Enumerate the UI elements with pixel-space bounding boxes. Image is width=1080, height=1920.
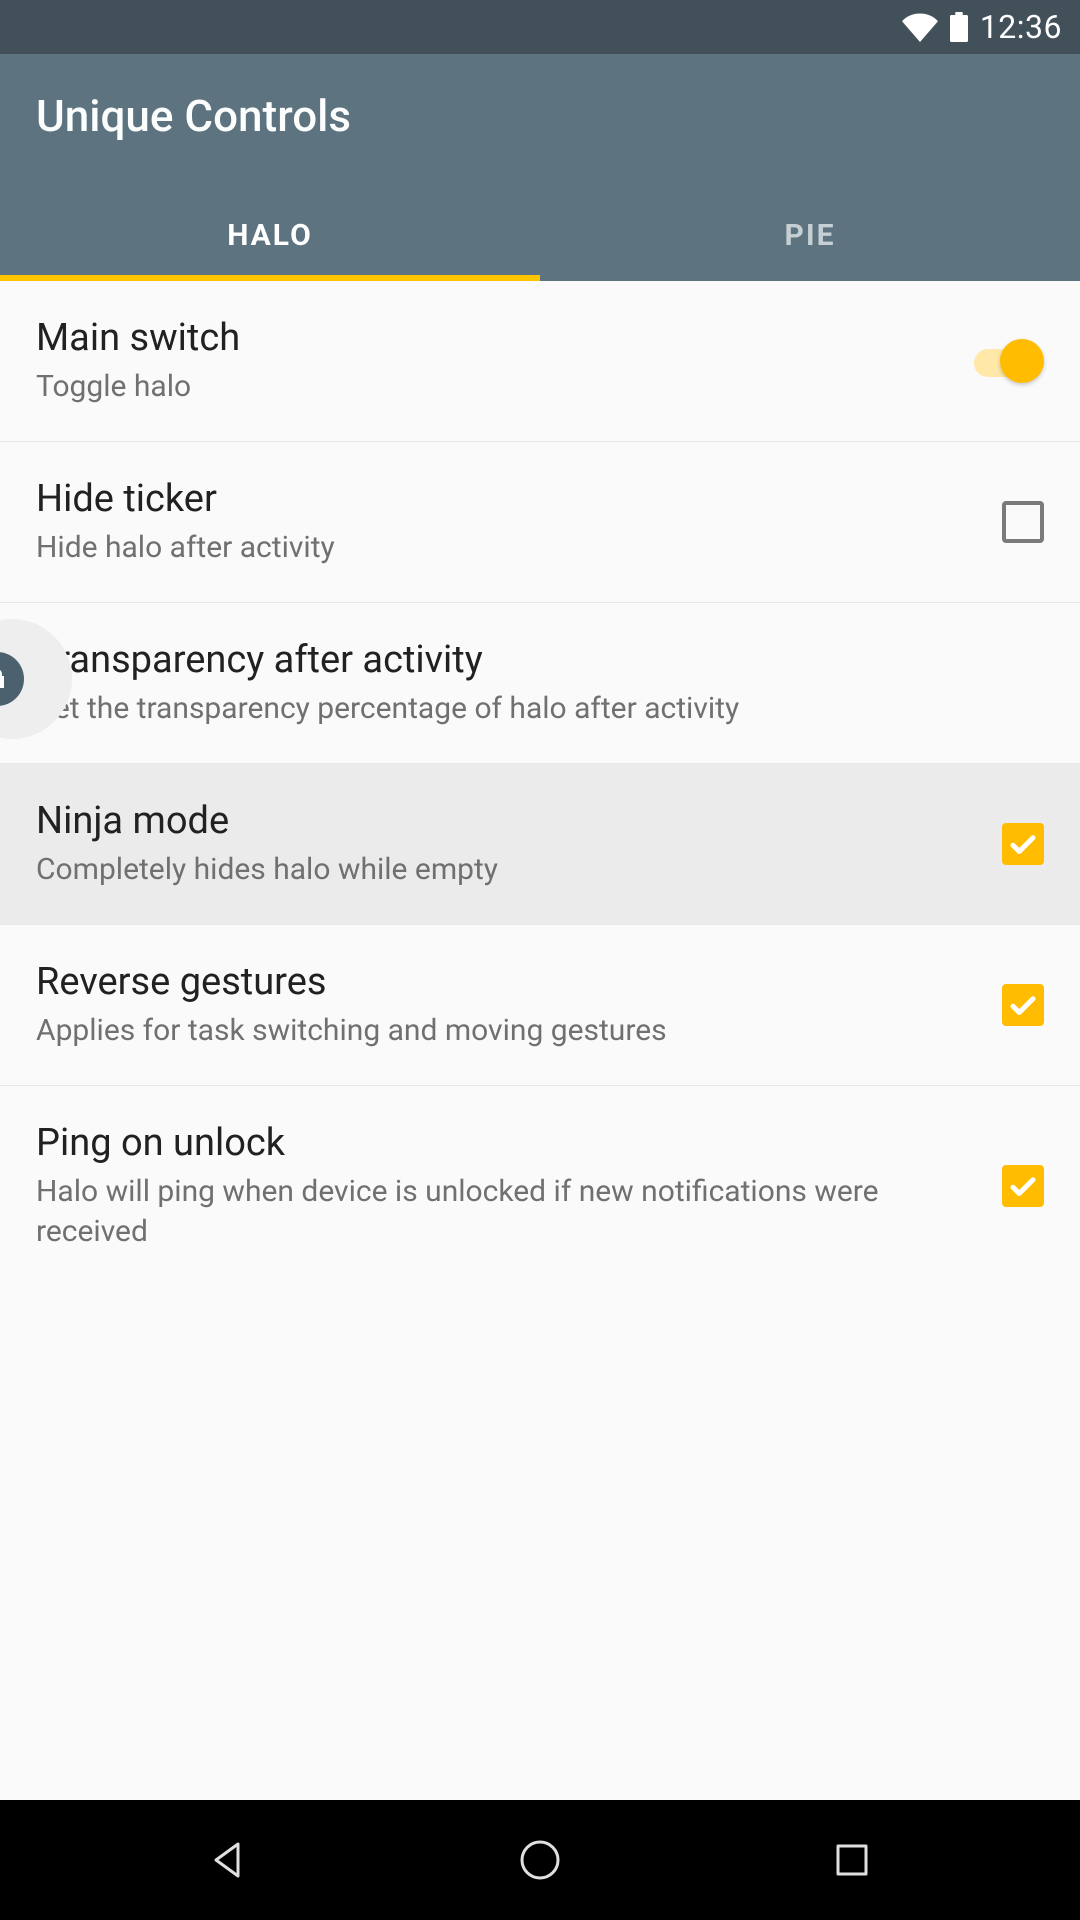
ping-on-unlock-checkbox[interactable]	[1002, 1165, 1044, 1207]
nav-recent-button[interactable]	[812, 1820, 892, 1900]
setting-sub: Set the transparency percentage of halo …	[36, 689, 1024, 730]
setting-hide-ticker[interactable]: Hide ticker Hide halo after activity	[0, 442, 1080, 603]
hide-ticker-checkbox[interactable]	[1002, 501, 1044, 543]
setting-title: Transparency after activity	[36, 637, 1024, 685]
settings-list: Main switch Toggle halo Hide ticker Hide…	[0, 281, 1080, 1800]
tab-halo[interactable]: HALO	[0, 192, 540, 281]
battery-icon	[950, 12, 968, 42]
home-icon	[516, 1836, 564, 1884]
setting-sub: Halo will ping when device is unlocked i…	[36, 1172, 982, 1253]
setting-sub: Hide halo after activity	[36, 528, 982, 569]
setting-transparency[interactable]: Transparency after activity Set the tran…	[0, 603, 1080, 764]
setting-title: Main switch	[36, 315, 954, 363]
ninja-mode-checkbox[interactable]	[1002, 823, 1044, 865]
setting-title: Hide ticker	[36, 476, 982, 524]
reverse-gestures-checkbox[interactable]	[1002, 984, 1044, 1026]
setting-ninja-mode[interactable]: Ninja mode Completely hides halo while e…	[0, 764, 1080, 925]
wifi-icon	[902, 9, 938, 45]
page-title: Unique Controls	[0, 54, 1080, 192]
setting-sub: Applies for task switching and moving ge…	[36, 1011, 982, 1052]
main-switch-toggle[interactable]	[974, 339, 1044, 383]
setting-sub: Toggle halo	[36, 367, 954, 408]
navigation-bar	[0, 1800, 1080, 1920]
back-icon	[204, 1836, 252, 1884]
setting-reverse-gestures[interactable]: Reverse gestures Applies for task switch…	[0, 925, 1080, 1086]
recent-icon	[828, 1836, 876, 1884]
status-clock: 12:36	[980, 8, 1062, 46]
app-header: Unique Controls HALO PIE	[0, 54, 1080, 281]
tab-pie[interactable]: PIE	[540, 192, 1080, 281]
nav-back-button[interactable]	[188, 1820, 268, 1900]
setting-title: Ninja mode	[36, 798, 982, 846]
setting-main-switch[interactable]: Main switch Toggle halo	[0, 281, 1080, 442]
tabs: HALO PIE	[0, 192, 1080, 281]
setting-ping-on-unlock[interactable]: Ping on unlock Halo will ping when devic…	[0, 1086, 1080, 1287]
lock-icon	[0, 667, 9, 691]
status-bar: 12:36	[0, 0, 1080, 54]
setting-sub: Completely hides halo while empty	[36, 850, 982, 891]
setting-title: Reverse gestures	[36, 959, 982, 1007]
setting-title: Ping on unlock	[36, 1120, 982, 1168]
nav-home-button[interactable]	[500, 1820, 580, 1900]
